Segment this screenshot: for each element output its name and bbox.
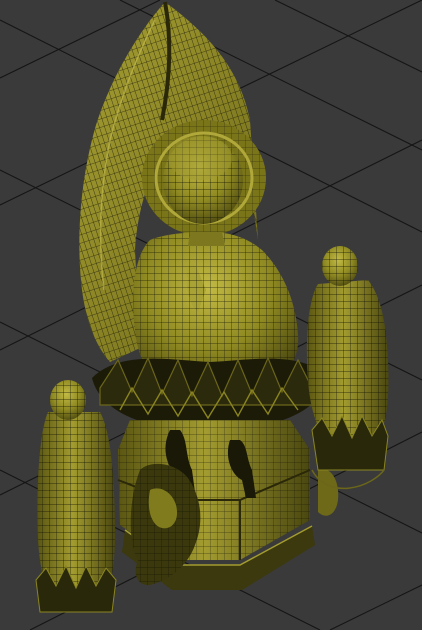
attendant-figure-right[interactable] (306, 246, 389, 490)
3d-viewport[interactable] (0, 0, 422, 630)
attendant-figure-left[interactable] (35, 380, 117, 613)
viewport-canvas[interactable] (0, 0, 422, 630)
